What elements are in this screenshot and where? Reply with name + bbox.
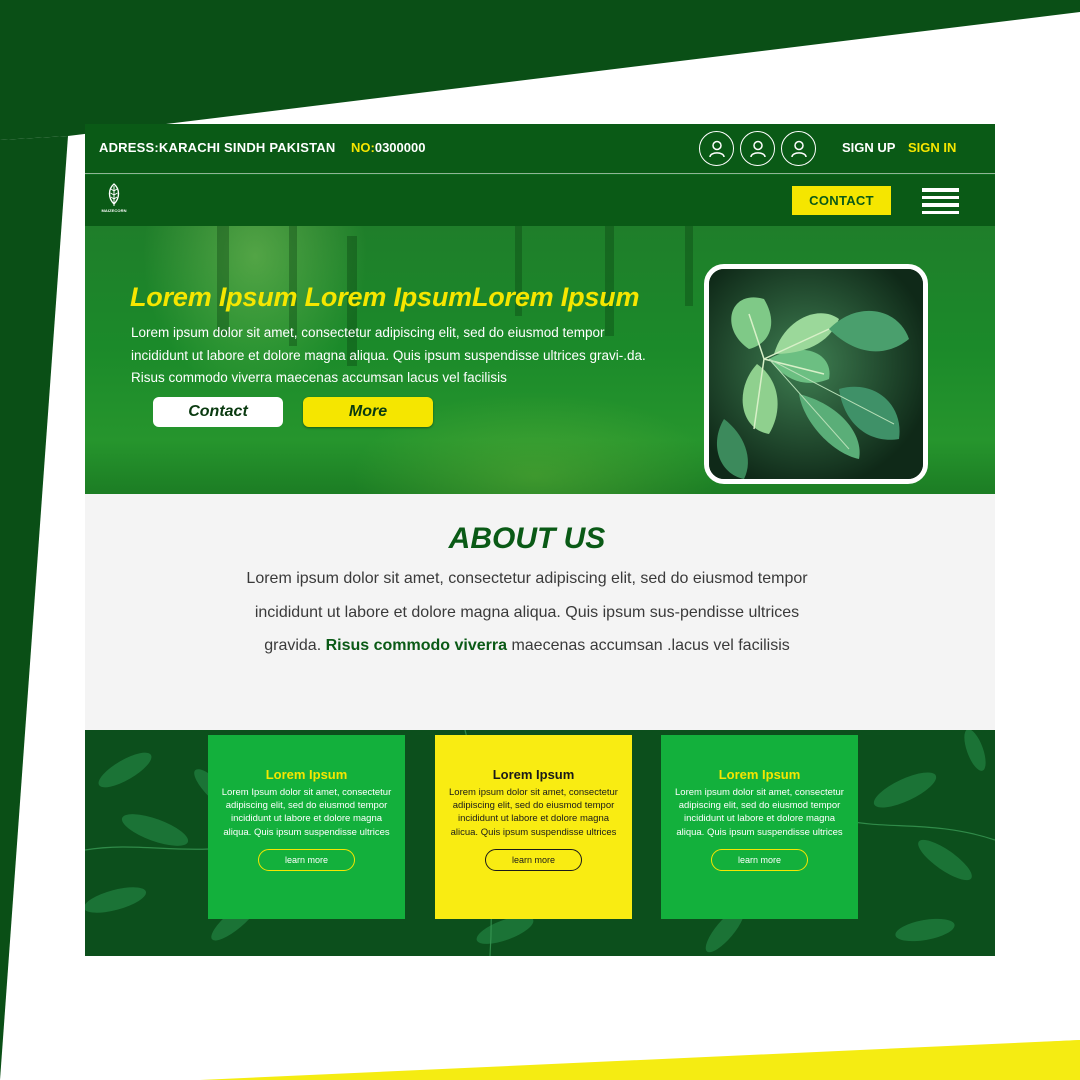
- contact-button[interactable]: CONTACT: [792, 186, 891, 215]
- user-avatars: [699, 131, 816, 166]
- feature-card: Lorem Ipsum Lorem ipsum dolor sit amet, …: [435, 735, 632, 919]
- address-text: ADRESS:KARACHI SINDH PAKISTAN: [99, 140, 336, 155]
- user-icon[interactable]: [699, 131, 734, 166]
- card-title: Lorem Ipsum: [718, 767, 801, 782]
- brand-logo[interactable]: MAIZECORN: [97, 183, 131, 219]
- top-bar: ADRESS:KARACHI SINDH PAKISTAN NO:0300000…: [85, 124, 995, 174]
- about-text: Lorem ipsum dolor sit amet, consectetur …: [235, 562, 819, 663]
- hero-more-button[interactable]: More: [303, 397, 433, 427]
- hero-contact-button[interactable]: Contact: [153, 397, 283, 427]
- about-section: ABOUT US Lorem ipsum dolor sit amet, con…: [85, 494, 995, 730]
- learn-more-button[interactable]: learn more: [711, 848, 808, 871]
- leaf-logo-icon: [108, 183, 120, 206]
- about-text-part: maecenas accumsan .lacus vel facilisis: [507, 637, 790, 654]
- card-title: Lorem Ipsum: [265, 767, 348, 782]
- feature-card: Lorem Ipsum Lorem ipsum dolor sit amet, …: [661, 735, 858, 919]
- learn-more-button[interactable]: learn more: [258, 848, 355, 871]
- sign-in-link[interactable]: SIGN IN: [908, 140, 956, 155]
- about-title: ABOUT US: [448, 522, 606, 555]
- plant-leaves-image: [704, 264, 928, 484]
- card-text: Lorem ipsum dolor sit amet, consectetur …: [449, 787, 618, 838]
- about-text-highlight: Risus commodo viverra: [325, 637, 507, 654]
- website-mockup: ADRESS:KARACHI SINDH PAKISTAN NO:0300000…: [85, 124, 995, 956]
- feature-card: Lorem Ipsum Lorem Ipsum dolor sit amet, …: [208, 735, 405, 919]
- phone-number: 0300000: [374, 140, 426, 155]
- cards-section: Lorem Ipsum Lorem Ipsum dolor sit amet, …: [85, 730, 995, 956]
- hamburger-menu-icon[interactable]: [922, 188, 959, 214]
- hero-section: Lorem Ipsum Lorem IpsumLorem Ipsum Lorem…: [85, 226, 995, 494]
- logo-text: MAIZECORN: [101, 208, 127, 213]
- hero-text: Lorem ipsum dolor sit amet, consectetur …: [131, 325, 646, 385]
- sign-up-link[interactable]: SIGN UP: [842, 140, 895, 155]
- user-icon[interactable]: [740, 131, 775, 166]
- user-icon[interactable]: [781, 131, 816, 166]
- card-title: Lorem Ipsum: [492, 767, 575, 782]
- card-text: Lorem Ipsum dolor sit amet, consectetur …: [221, 787, 392, 838]
- card-text: Lorem ipsum dolor sit amet, consectetur …: [675, 787, 844, 838]
- phone-label: NO:: [351, 140, 375, 155]
- phone-info: NO:0300000: [351, 140, 425, 155]
- nav-bar: MAIZECORN CONTACT: [85, 175, 995, 226]
- learn-more-button[interactable]: learn more: [485, 848, 582, 871]
- hero-title: Lorem Ipsum Lorem IpsumLorem Ipsum: [130, 282, 640, 312]
